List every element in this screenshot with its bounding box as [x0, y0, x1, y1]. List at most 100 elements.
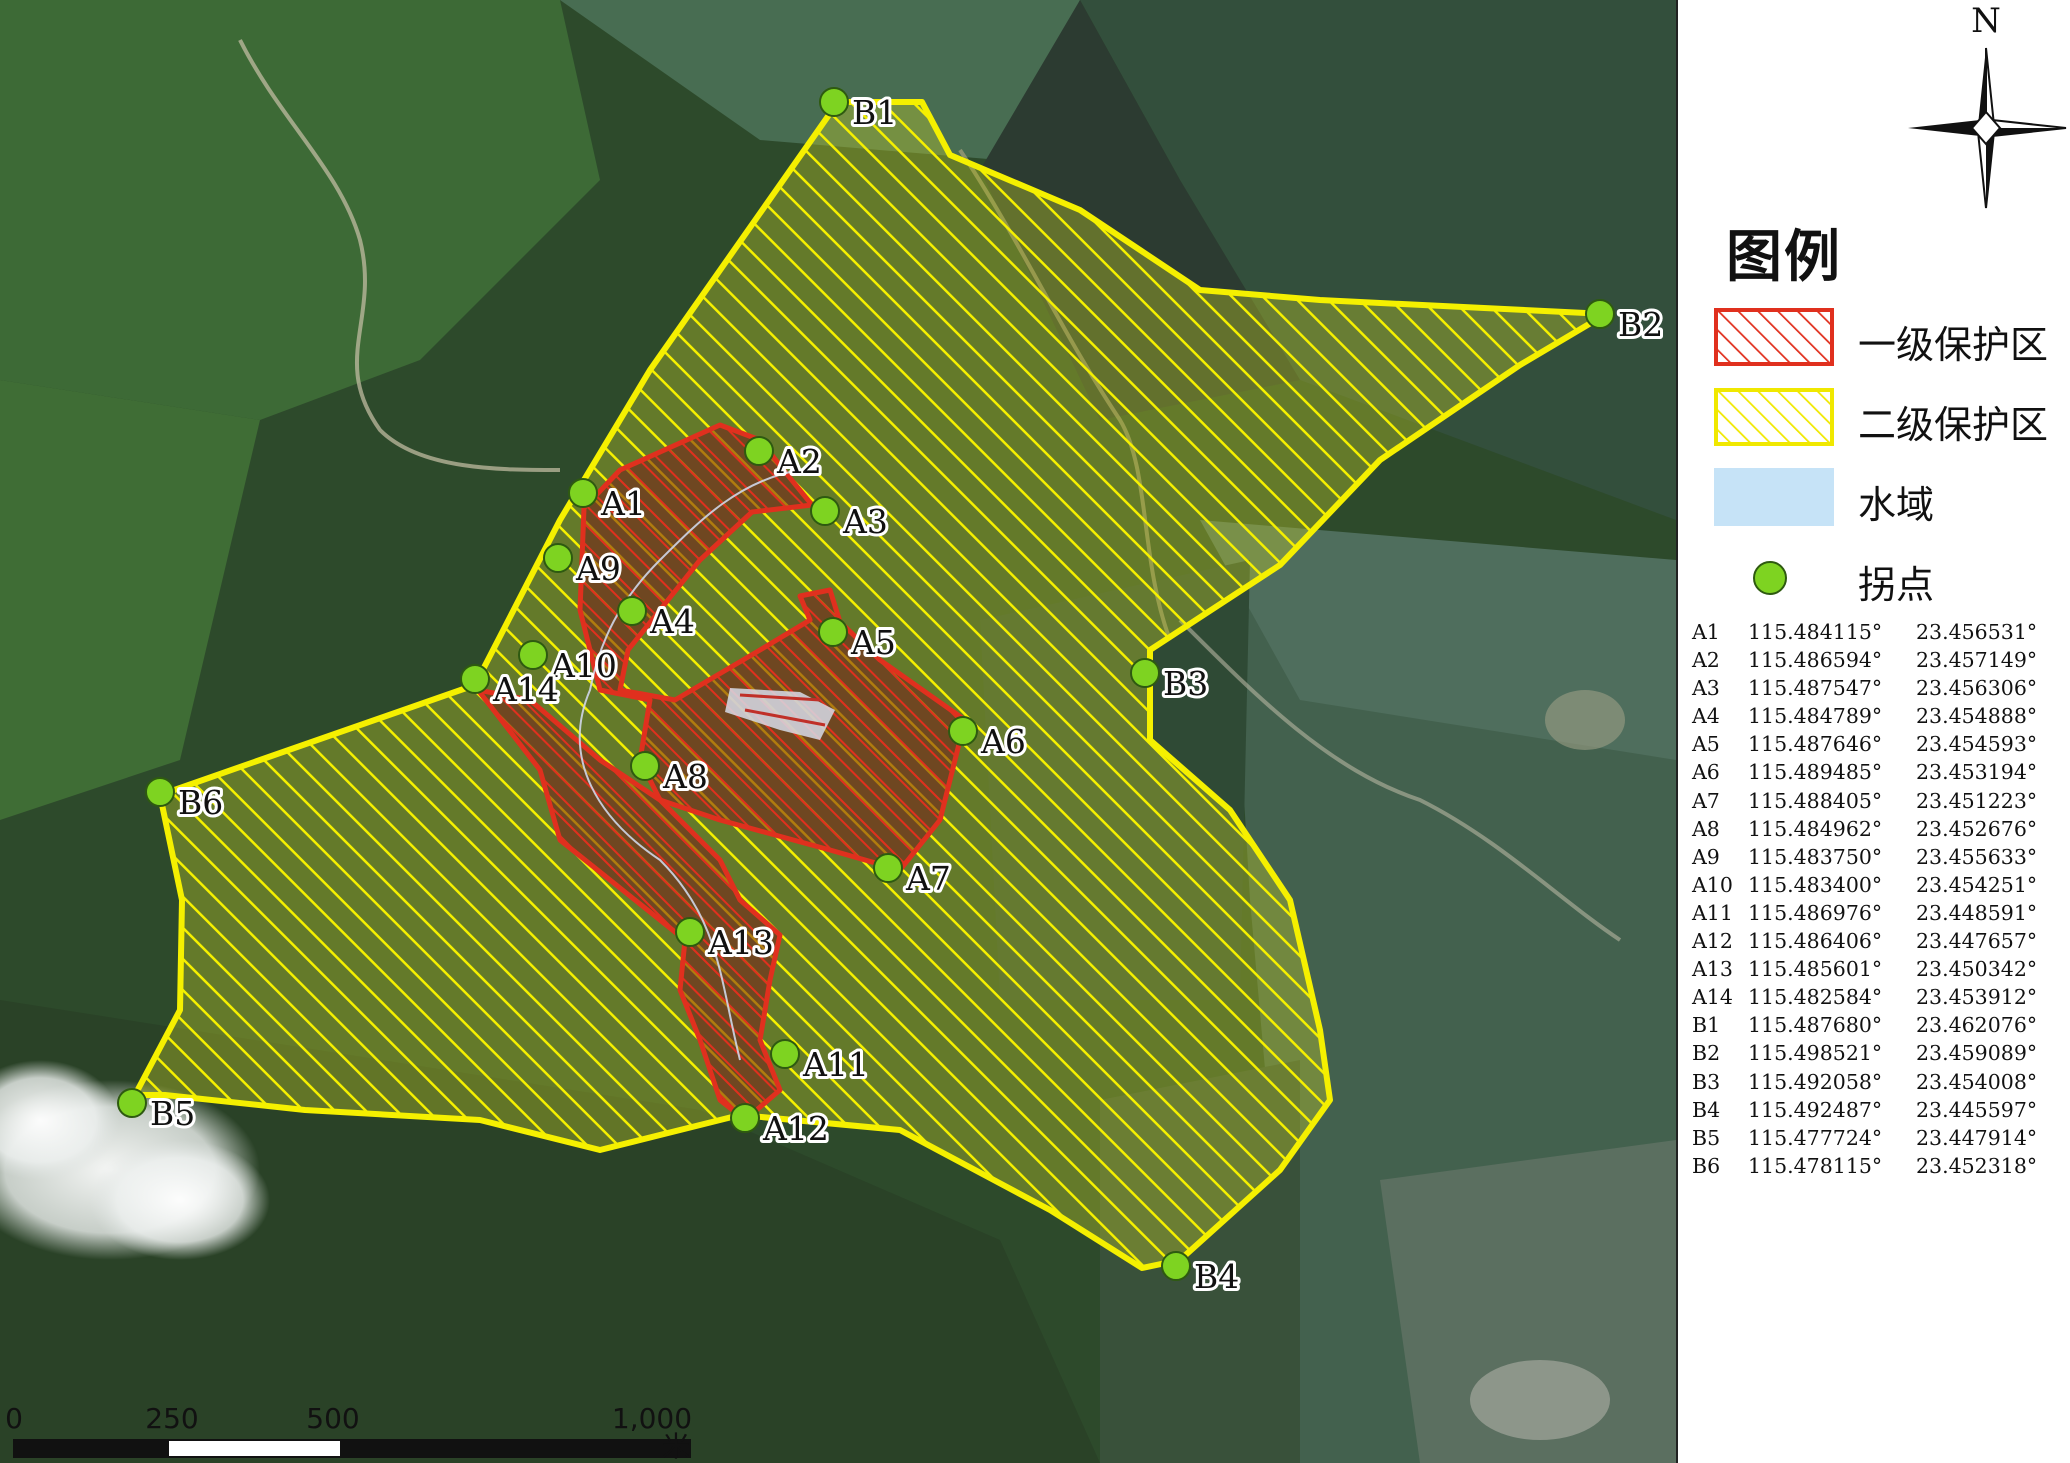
point-marker-icon[interactable] [730, 1103, 760, 1133]
coordinate-row: B3 115.492058° 23.454008° [1692, 1068, 2037, 1096]
water-swatch [1714, 468, 1834, 526]
point-latitude: 23.454251° [1916, 872, 2038, 897]
legend-label-water: 水域 [1858, 483, 1935, 527]
point-label: A7 [905, 859, 951, 898]
point-id: A9 [1692, 844, 1720, 869]
point-longitude: 115.486976° [1748, 900, 1883, 925]
scale-unit: 米 [662, 1430, 690, 1463]
point-longitude: 115.485601° [1748, 957, 1883, 982]
point-marker-icon[interactable] [145, 777, 175, 807]
scale-tick-250: 250 [145, 1402, 198, 1435]
point-label: A12 [762, 1109, 829, 1148]
coordinate-row: B1 115.487680° 23.462076° [1692, 1011, 2037, 1039]
point-id: A3 [1692, 676, 1720, 701]
point-longitude: 115.486594° [1748, 648, 1883, 673]
north-arrow: N [1908, 1, 2067, 209]
point-marker-icon[interactable] [819, 87, 849, 117]
point-latitude: 23.452318° [1916, 1153, 2038, 1178]
point-latitude: 23.447914° [1916, 1125, 2038, 1150]
coordinate-row: A11 115.486976° 23.448591° [1692, 899, 2037, 927]
point-longitude: 115.492058° [1748, 1069, 1883, 1094]
point-marker-icon[interactable] [1585, 299, 1615, 329]
point-marker-icon[interactable] [770, 1039, 800, 1069]
point-longitude: 115.482584° [1748, 985, 1883, 1010]
coordinate-row: A12 115.486406° 23.447657° [1692, 927, 2037, 955]
point-marker-icon[interactable] [810, 496, 840, 526]
point-label: A3 [842, 502, 888, 541]
point-marker-icon[interactable] [460, 664, 490, 694]
point-latitude: 23.456531° [1916, 620, 2038, 644]
legend-panel: N 图例 一级保护区 二级保护区 水域 拐点 A1 115.484115° 23.4… [1676, 0, 2070, 1463]
point-marker-icon[interactable] [1161, 1251, 1191, 1281]
legend-title: 图例 [1726, 225, 1842, 290]
point-marker-icon[interactable] [1130, 658, 1160, 688]
point-marker-icon[interactable] [675, 917, 705, 947]
point-id: B6 [1692, 1153, 1721, 1178]
north-label: N [1971, 1, 2001, 41]
point-label: A14 [492, 670, 559, 709]
point-longitude: 115.487547° [1748, 676, 1883, 701]
coordinate-row: A2 115.486594° 23.457149° [1692, 646, 2037, 674]
point-longitude: 115.489485° [1748, 760, 1883, 785]
map-view[interactable]: A1 A2 A3 A4 A5 A6 A7 A8 A9 A10 A11 A12 A13 A14 B1 B2 B3 B… [0, 0, 1676, 1463]
point-label: A10 [550, 646, 617, 685]
point-label: A5 [850, 623, 896, 662]
point-marker-icon[interactable] [630, 751, 660, 781]
point-longitude: 115.477724° [1748, 1125, 1883, 1150]
scale-tick-500: 500 [306, 1402, 359, 1435]
point-marker-icon[interactable] [617, 596, 647, 626]
point-longitude: 115.486406° [1748, 929, 1883, 954]
point-longitude: 115.484789° [1748, 704, 1883, 729]
point-marker-icon[interactable] [744, 436, 774, 466]
legend-label-zone2: 二级保护区 [1858, 403, 2049, 447]
zone2-swatch [1714, 388, 1834, 446]
point-longitude: 115.498521° [1748, 1041, 1883, 1066]
coordinate-row: B4 115.492487° 23.445597° [1692, 1096, 2037, 1124]
point-label: A6 [980, 722, 1026, 761]
zone1-swatch [1714, 308, 1834, 366]
point-latitude: 23.445597° [1916, 1097, 2038, 1122]
coordinate-row: A3 115.487547° 23.456306° [1692, 674, 2037, 702]
point-marker-icon[interactable] [873, 853, 903, 883]
point-id: A6 [1692, 760, 1720, 785]
point-marker-icon[interactable] [117, 1088, 147, 1118]
coordinate-row: A6 115.489485° 23.453194° [1692, 758, 2037, 786]
scale-tick-0: 0 [5, 1402, 23, 1435]
point-marker-icon[interactable] [818, 617, 848, 647]
point-label: B2 [1618, 305, 1663, 344]
point-latitude: 23.453194° [1916, 760, 2038, 785]
point-longitude: 115.492487° [1748, 1097, 1883, 1122]
coordinate-row: A1 115.484115° 23.456531° [1692, 618, 2037, 646]
point-id: A5 [1692, 732, 1720, 757]
point-longitude: 115.478115° [1748, 1153, 1883, 1178]
point-latitude: 23.462076° [1916, 1013, 2038, 1038]
point-label: A13 [707, 923, 774, 962]
point-id: A14 [1692, 985, 1733, 1010]
point-id: B2 [1692, 1041, 1721, 1066]
point-id: B3 [1692, 1069, 1721, 1094]
point-label: A2 [776, 442, 822, 481]
point-label: A8 [662, 757, 708, 796]
coordinate-row: A8 115.484962° 23.452676° [1692, 815, 2037, 843]
point-id: A12 [1692, 929, 1733, 954]
point-id: B4 [1692, 1097, 1721, 1122]
coordinate-row: B6 115.478115° 23.452318° [1692, 1152, 2037, 1180]
point-label: A1 [600, 484, 646, 523]
point-latitude: 23.454008° [1916, 1069, 2038, 1094]
point-latitude: 23.447657° [1916, 929, 2038, 954]
point-id: A1 [1692, 620, 1720, 644]
point-marker-icon[interactable] [568, 478, 598, 508]
coordinate-row: A5 115.487646° 23.454593° [1692, 730, 2037, 758]
point-longitude: 115.488405° [1748, 788, 1883, 813]
point-longitude: 115.483750° [1748, 844, 1883, 869]
point-id: A4 [1692, 704, 1720, 729]
point-label: B3 [1163, 664, 1208, 703]
coordinate-row: A13 115.485601° 23.450342° [1692, 955, 2037, 983]
point-marker-icon[interactable] [948, 716, 978, 746]
point-id: A7 [1692, 788, 1720, 813]
point-marker-icon[interactable] [543, 543, 573, 573]
coordinate-row: A7 115.488405° 23.451223° [1692, 787, 2037, 815]
point-longitude: 115.484115° [1748, 620, 1883, 644]
coordinate-table: A1 115.484115° 23.456531° A2 115.486594° 23.4… [1692, 618, 2037, 1180]
point-marker-icon[interactable] [518, 640, 548, 670]
